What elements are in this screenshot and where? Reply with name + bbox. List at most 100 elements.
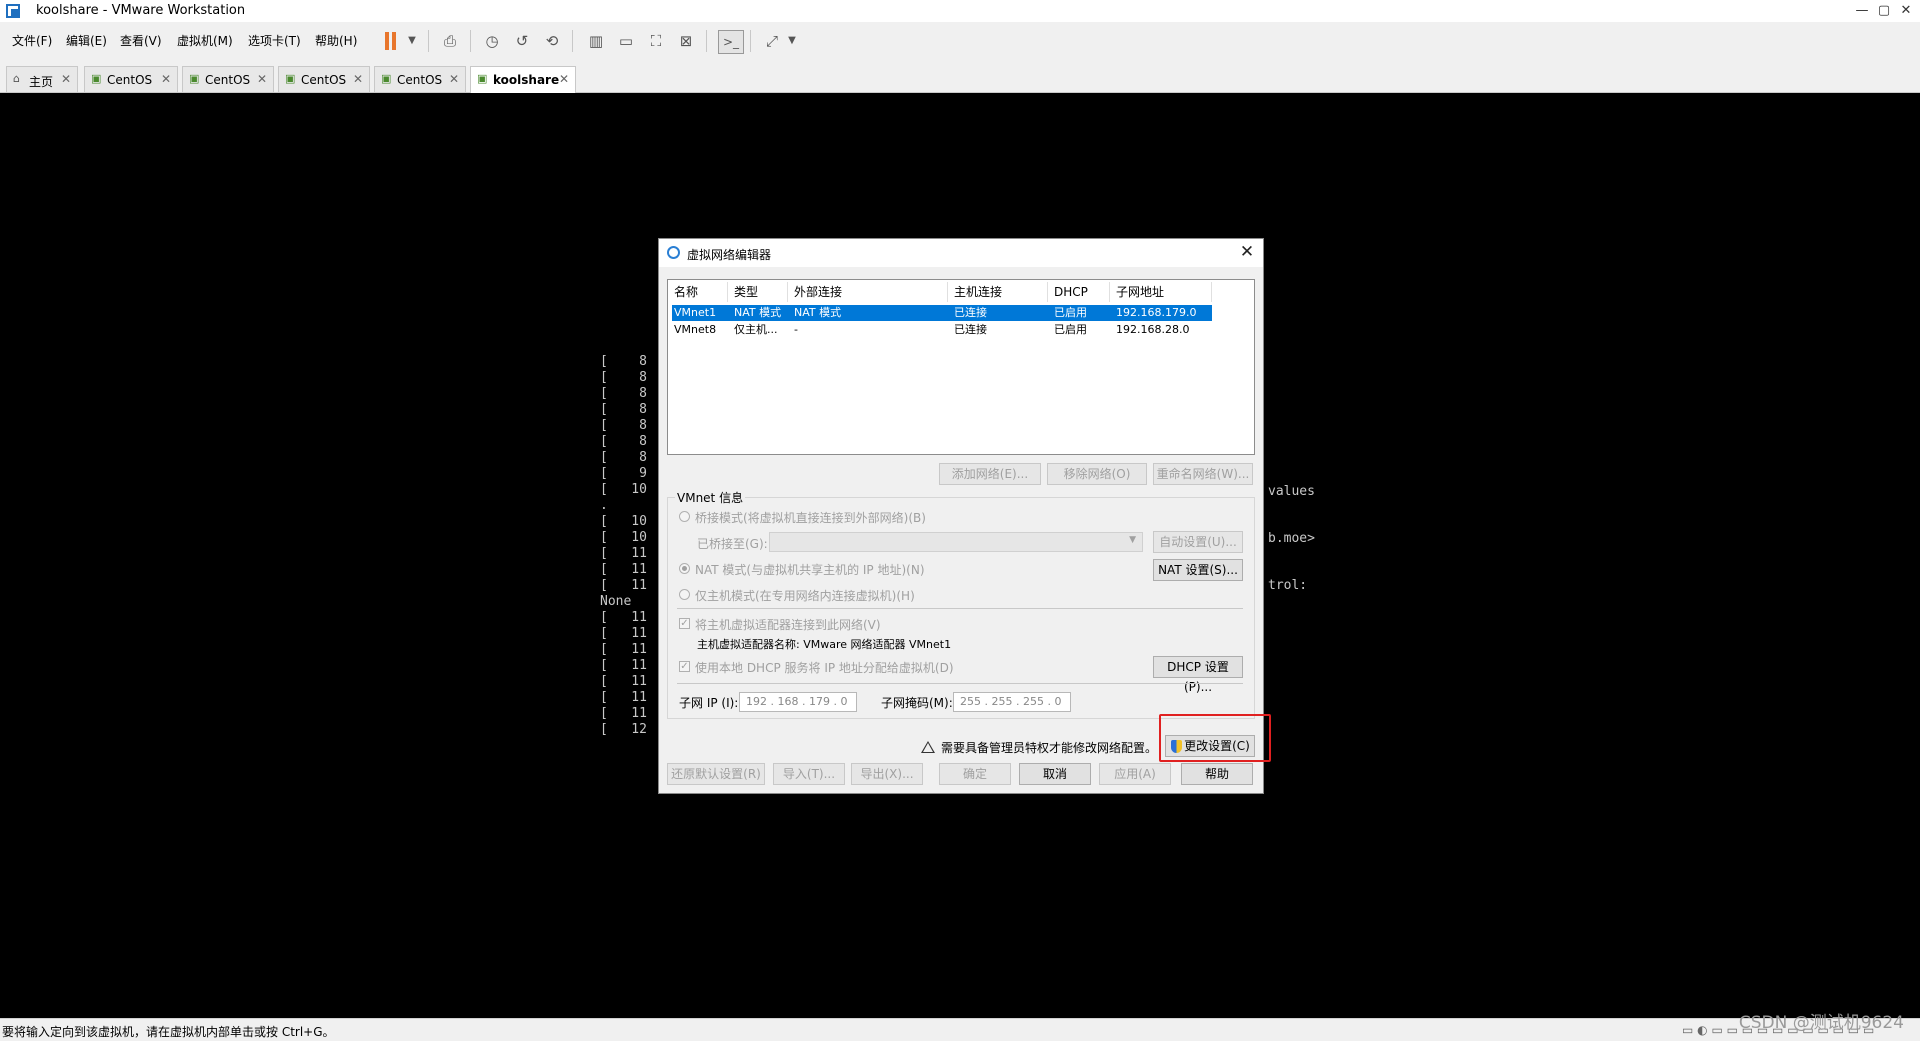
vm-icon: ▣ [477, 72, 488, 85]
nat-label: NAT 模式(与虚拟机共享主机的 IP 地址)(N) [695, 563, 925, 577]
chevron-down-icon[interactable]: ▼ [400, 30, 424, 52]
tab-centos-1[interactable]: ▣ CentOS ✕ [84, 66, 178, 92]
console-line: [ 8 [600, 370, 647, 385]
vm-icon: ▣ [285, 72, 296, 85]
console-line: [ 8 [600, 386, 647, 401]
network-list[interactable]: 名称 类型 外部连接 主机连接 DHCP 子网地址 VMnet1 NAT 模式 … [667, 279, 1255, 455]
dialog-title-bar: 虚拟网络编辑器 ✕ [659, 239, 1263, 267]
help-button[interactable]: 帮助 [1181, 763, 1253, 785]
warning-icon [921, 741, 935, 753]
remove-network-button[interactable]: 移除网络(O) [1047, 463, 1147, 485]
thumbnail-view-icon[interactable]: ▭ [614, 30, 638, 52]
ok-button[interactable]: 确定 [939, 763, 1011, 785]
vm-icon: ▣ [91, 72, 102, 85]
table-row-vmnet1[interactable]: VMnet1 NAT 模式 NAT 模式 已连接 已启用 192.168.179… [672, 305, 1212, 321]
tab-label: CentOS [107, 73, 153, 87]
menu-tabs[interactable]: 选项卡(T) [248, 32, 301, 49]
close-icon[interactable]: ✕ [449, 72, 459, 86]
subnet-mask-field[interactable]: 255 . 255 . 255 . 0 [953, 692, 1071, 712]
connect-adapter-label: 将主机虚拟适配器连接到此网络(V) [695, 618, 881, 632]
host-only-label: 仅主机模式(在专用网络内连接虚拟机)(H) [695, 589, 915, 603]
console-fragment: trol: [1268, 578, 1308, 593]
console-line: [ 11 [600, 578, 647, 593]
status-bar: 要将输入定向到该虚拟机，请在虚拟机内部单击或按 Ctrl+G。 ▭ ◐ ▭ ▭ … [0, 1018, 1920, 1041]
column-type[interactable]: 类型 [728, 282, 788, 302]
bridged-radio[interactable] [679, 511, 690, 522]
subnet-mask-label: 子网掩码(M): [881, 696, 953, 710]
library-view-icon[interactable]: ▥ [584, 30, 608, 52]
revert-snapshot-icon[interactable]: ↺ [510, 30, 534, 52]
menu-file[interactable]: 文件(F) [12, 32, 52, 49]
window-title: koolshare - VMware Workstation [36, 3, 246, 18]
import-button[interactable]: 导入(T)... [773, 763, 845, 785]
column-host[interactable]: 主机连接 [948, 282, 1048, 302]
unity-icon[interactable]: ⊠ [674, 30, 698, 52]
host-only-radio[interactable] [679, 589, 690, 600]
cell-external: NAT 模式 [794, 306, 842, 319]
bridged-to-select[interactable]: ▼ [769, 532, 1143, 552]
auto-settings-button[interactable]: 自动设置(U)... [1153, 531, 1243, 553]
console-line: [ 12 [600, 722, 647, 737]
close-icon[interactable]: ✕ [161, 72, 171, 86]
tab-centos-4[interactable]: ▣ CentOS ✕ [374, 66, 466, 92]
tab-label: CentOS [301, 73, 347, 87]
column-subnet[interactable]: 子网地址 [1110, 282, 1212, 302]
subnet-ip-label: 子网 IP (I): [679, 696, 739, 710]
console-fragment: values [1268, 484, 1315, 499]
add-network-button[interactable]: 添加网络(E)... [939, 463, 1041, 485]
connect-adapter-checkbox[interactable]: ✓ [679, 618, 690, 629]
column-name[interactable]: 名称 [668, 282, 728, 302]
toolbar-separator [750, 30, 751, 52]
apply-button[interactable]: 应用(A) [1099, 763, 1171, 785]
restore-defaults-button[interactable]: 还原默认设置(R) [667, 763, 765, 785]
cell-subnet: 192.168.28.0 [1116, 323, 1190, 336]
bridged-label: 桥接模式(将虚拟机直接连接到外部网络)(B) [695, 511, 926, 525]
menu-help[interactable]: 帮助(H) [315, 32, 357, 49]
menu-edit[interactable]: 编辑(E) [66, 32, 107, 49]
console-line: [ 8 [600, 434, 647, 449]
nat-radio[interactable] [679, 563, 690, 574]
nat-settings-button[interactable]: NAT 设置(S)... [1153, 559, 1243, 581]
dhcp-settings-button[interactable]: DHCP 设置(P)... [1153, 656, 1243, 694]
snapshot-icon[interactable]: ◷ [480, 30, 504, 52]
close-icon[interactable]: ✕ [353, 72, 363, 86]
column-dhcp[interactable]: DHCP [1048, 282, 1110, 302]
snapshot-manager-icon[interactable]: ⟲ [540, 30, 564, 52]
menu-view[interactable]: 查看(V) [120, 32, 162, 49]
tab-centos-2[interactable]: ▣ CentOS ✕ [182, 66, 274, 92]
column-external[interactable]: 外部连接 [788, 282, 948, 302]
menu-vm[interactable]: 虚拟机(M) [177, 32, 233, 49]
send-ctrl-alt-del-icon[interactable]: ⎙ [438, 30, 462, 52]
chevron-down-icon[interactable]: ▼ [780, 30, 804, 52]
tab-centos-3[interactable]: ▣ CentOS ✕ [278, 66, 370, 92]
change-settings-button[interactable]: 更改设置(C) [1165, 735, 1255, 757]
use-dhcp-checkbox[interactable]: ✓ [679, 661, 690, 672]
console-line: [ 8 [600, 450, 647, 465]
console-view-icon[interactable]: >_ [718, 30, 744, 54]
rename-network-button[interactable]: 重命名网络(W)... [1153, 463, 1253, 485]
cell-name: VMnet8 [674, 323, 717, 336]
pause-icon[interactable] [384, 32, 398, 50]
use-dhcp-label: 使用本地 DHCP 服务将 IP 地址分配给虚拟机(D) [695, 661, 954, 675]
console-line: [ 8 [600, 418, 647, 433]
close-icon[interactable]: ✕ [559, 72, 569, 86]
dialog-close-icon[interactable]: ✕ [1237, 242, 1257, 262]
console-line: [ 8 [600, 402, 647, 417]
vmnet-info-label: VMnet 信息 [675, 489, 746, 506]
cancel-button[interactable]: 取消 [1019, 763, 1091, 785]
export-button[interactable]: 导出(X)... [851, 763, 923, 785]
tab-home[interactable]: ⌂ 主页 ✕ [6, 66, 78, 92]
toolbar-separator [470, 30, 471, 52]
console-line: None [600, 594, 632, 609]
close-icon[interactable]: ✕ [61, 72, 71, 86]
console-line: [ 9 [600, 466, 647, 481]
console-line: . [600, 498, 608, 513]
console-line: [ 11 [600, 674, 647, 689]
close-icon[interactable]: ✕ [257, 72, 267, 86]
tab-koolshare[interactable]: ▣ koolshare ✕ [470, 66, 576, 93]
subnet-ip-field[interactable]: 192 . 168 . 179 . 0 [739, 692, 857, 712]
full-screen-icon[interactable]: ⛶ [644, 30, 668, 52]
cell-host: 已连接 [954, 306, 987, 319]
close-window-button[interactable]: ✕ [1892, 0, 1920, 22]
table-row-vmnet8[interactable]: VMnet8 仅主机... - 已连接 已启用 192.168.28.0 [672, 322, 1212, 338]
